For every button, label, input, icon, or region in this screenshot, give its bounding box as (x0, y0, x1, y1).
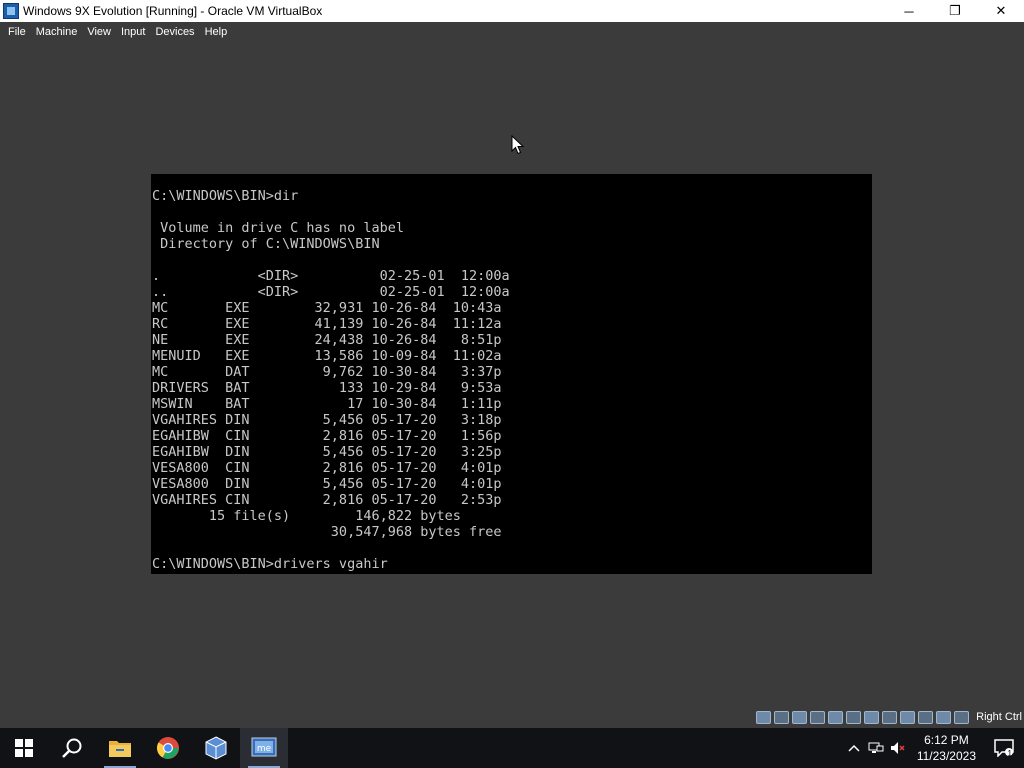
virtualbox-icon (205, 736, 227, 760)
chevron-up-icon[interactable] (843, 728, 865, 768)
optical-drive-icon[interactable] (774, 710, 790, 724)
shared-folders-icon[interactable] (864, 710, 880, 724)
clock[interactable]: 6:12 PM 11/23/2023 (909, 732, 984, 764)
maximize-button[interactable]: ❐ (932, 0, 978, 22)
menu-devices[interactable]: Devices (150, 26, 199, 38)
clock-date: 11/23/2023 (916, 749, 976, 763)
volume-muted-icon[interactable] (887, 728, 909, 768)
keyboard-icon[interactable] (954, 710, 970, 724)
virtualbox-button[interactable] (192, 728, 240, 768)
menu-help[interactable]: Help (200, 26, 233, 38)
hard-disk-icon[interactable] (756, 710, 772, 724)
menu-file[interactable]: File (3, 26, 31, 38)
title-bar: Windows 9X Evolution [Running] - Oracle … (0, 0, 1024, 22)
file-explorer-button[interactable] (96, 728, 144, 768)
windows-me-vm-icon: me (251, 737, 277, 757)
display-icon[interactable] (882, 710, 898, 724)
cpu-icon[interactable] (918, 710, 934, 724)
menu-input[interactable]: Input (116, 26, 150, 38)
window-title: Windows 9X Evolution [Running] - Oracle … (23, 4, 323, 18)
search-icon (62, 738, 82, 758)
system-tray: 6:12 PM 11/23/2023 1 (843, 728, 1024, 768)
chrome-button[interactable] (144, 728, 192, 768)
menu-view[interactable]: View (82, 26, 116, 38)
file-explorer-icon (109, 741, 131, 757)
chrome-icon (157, 737, 179, 759)
clock-time: 6:12 PM (924, 733, 969, 747)
notification-count: 1 (1007, 749, 1012, 758)
taskbar: me 6:12 PM 11/23/2023 1 (0, 728, 1024, 768)
menu-machine[interactable]: Machine (31, 26, 83, 38)
mouse-integration-icon[interactable] (936, 710, 952, 724)
svg-text:me: me (257, 744, 272, 754)
dos-console-output: C:\WINDOWS\BIN>dir Volume in drive C has… (152, 188, 510, 572)
audio-icon[interactable] (810, 710, 826, 724)
menu-bar: File Machine View Input Devices Help (0, 22, 1024, 42)
floppy-icon[interactable] (792, 710, 808, 724)
vm-window-button[interactable]: me (240, 728, 288, 768)
recording-icon[interactable] (900, 710, 916, 724)
window-controls: ─ ❐ ✕ (886, 0, 1024, 22)
minimize-button[interactable]: ─ (886, 0, 932, 22)
start-button[interactable] (0, 728, 48, 768)
host-key-label: Right Ctrl (976, 711, 1022, 723)
vm-status-bar: Right Ctrl (756, 708, 1024, 726)
mouse-pointer-icon (511, 135, 525, 155)
network-tray-icon[interactable] (865, 728, 887, 768)
search-button[interactable] (48, 728, 96, 768)
start-icon (15, 739, 33, 757)
close-button[interactable]: ✕ (978, 0, 1024, 22)
usb-icon[interactable] (846, 710, 862, 724)
network-icon[interactable] (828, 710, 844, 724)
virtualbox-app-icon (3, 3, 19, 19)
action-center-button[interactable]: 1 (984, 728, 1024, 768)
guest-display[interactable]: C:\WINDOWS\BIN>dir Volume in drive C has… (151, 174, 872, 574)
